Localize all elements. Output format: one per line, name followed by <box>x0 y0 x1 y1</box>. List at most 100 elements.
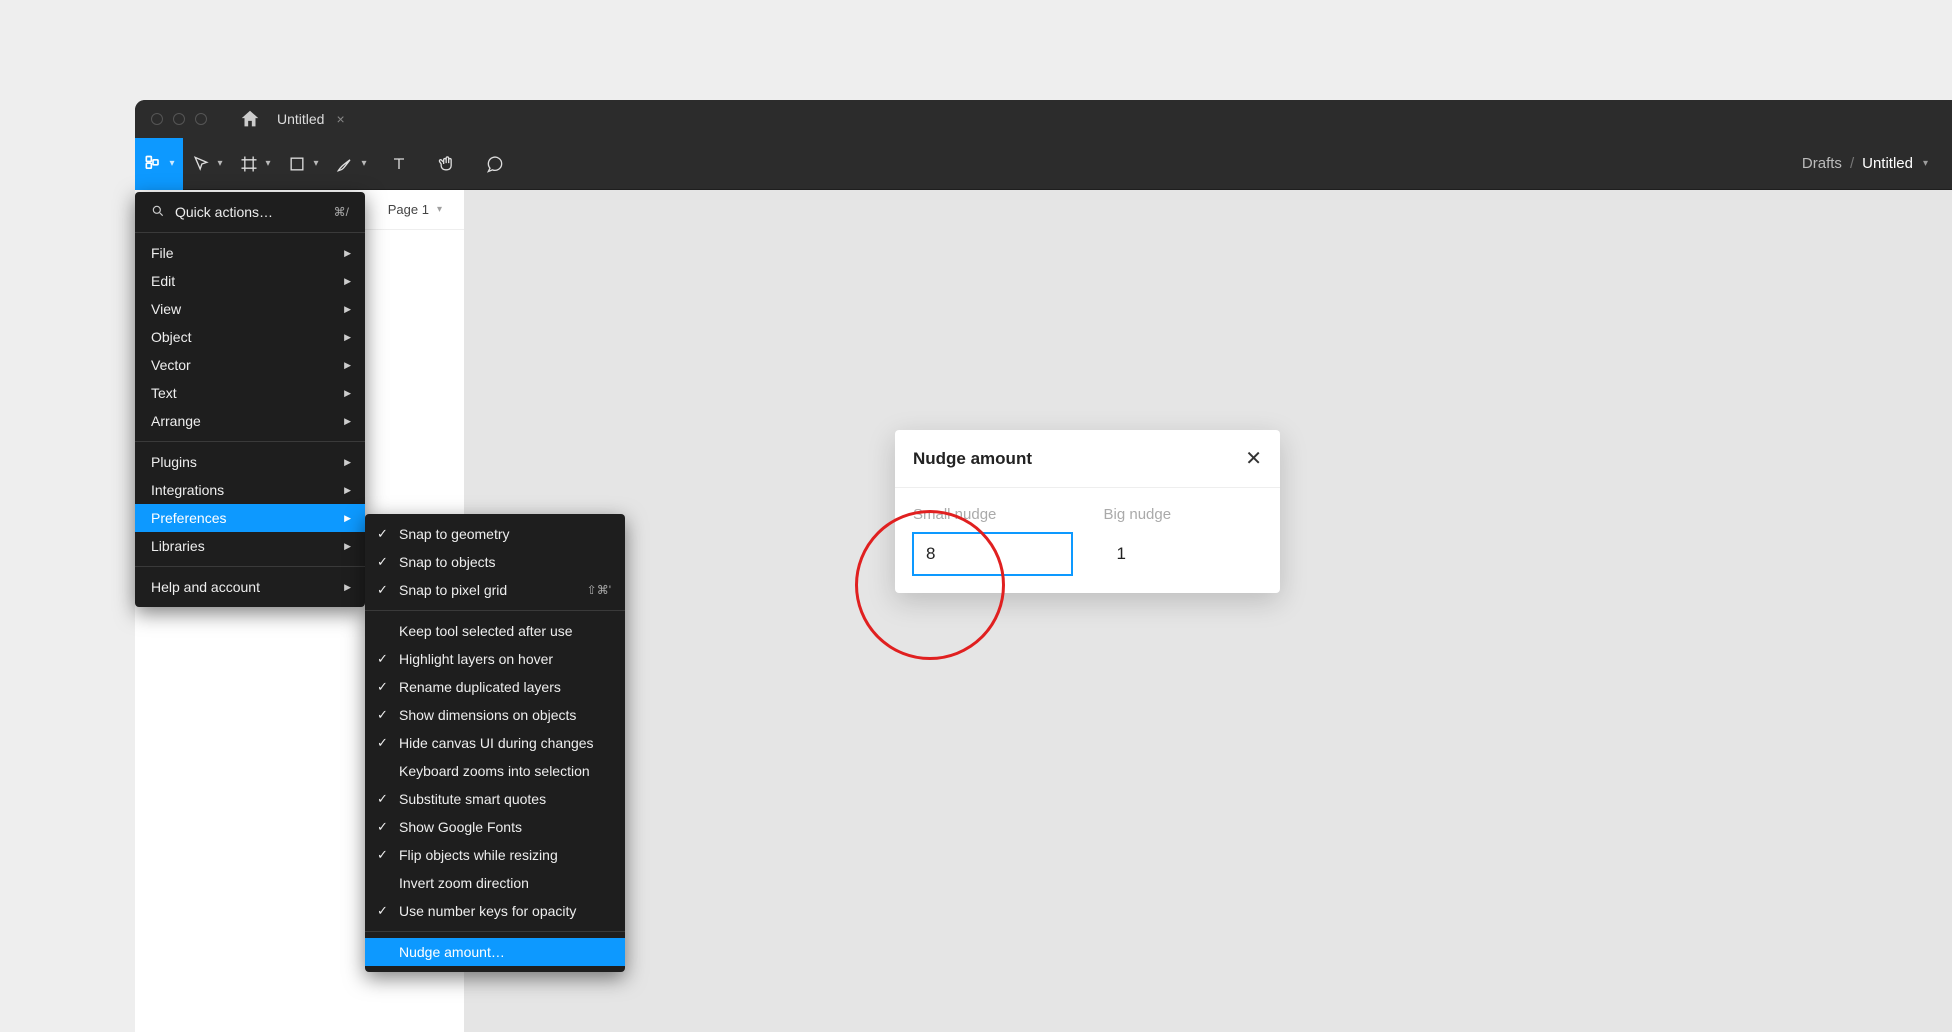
submenu-item-flip-objects-while-resizing[interactable]: Flip objects while resizing <box>365 841 625 869</box>
window-controls <box>135 113 207 125</box>
big-nudge-input[interactable] <box>1104 533 1263 575</box>
title-bar: Untitled × <box>135 100 1952 138</box>
close-icon[interactable]: ✕ <box>1245 446 1262 471</box>
breadcrumb-separator: / <box>1850 155 1854 172</box>
menu-item-view[interactable]: View <box>135 295 365 323</box>
nudge-amount-dialog: Nudge amount ✕ Small nudge Big nudge <box>895 430 1280 593</box>
breadcrumb-location: Drafts <box>1802 155 1842 172</box>
submenu-item-snap-to-pixel-grid[interactable]: Snap to pixel grid ⇧⌘' <box>365 576 625 604</box>
comment-tool-button[interactable] <box>471 138 519 190</box>
menu-item-label: Text <box>151 385 177 401</box>
menu-item-label: Plugins <box>151 454 197 470</box>
page-label: Page 1 <box>388 202 429 217</box>
hand-tool-button[interactable] <box>423 138 471 190</box>
submenu-item-nudge-amount[interactable]: Nudge amount… <box>365 938 625 966</box>
window-close-dot[interactable] <box>151 113 163 125</box>
window-maximize-dot[interactable] <box>195 113 207 125</box>
canvas[interactable] <box>465 190 1952 1032</box>
submenu-item-label: Use number keys for opacity <box>399 903 576 919</box>
menu-item-vector[interactable]: Vector <box>135 351 365 379</box>
submenu-item-label: Hide canvas UI during changes <box>399 735 594 751</box>
small-nudge-field: Small nudge <box>913 506 1072 575</box>
main-menu-dropdown: Quick actions… ⌘/ File Edit View Object Vect… <box>135 192 365 607</box>
submenu-item-keyboard-zooms-into-selection[interactable]: Keyboard zooms into selection <box>365 757 625 785</box>
submenu-item-substitute-smart-quotes[interactable]: Substitute smart quotes <box>365 785 625 813</box>
submenu-item-label: Keep tool selected after use <box>399 623 573 639</box>
file-tab-label: Untitled <box>277 111 324 127</box>
pen-tool-button[interactable]: ▾ <box>327 138 375 190</box>
shape-tool-button[interactable]: ▾ <box>279 138 327 190</box>
menu-separator <box>365 931 625 932</box>
home-icon[interactable] <box>239 108 261 130</box>
submenu-item-label: Keyboard zooms into selection <box>399 763 590 779</box>
breadcrumb[interactable]: Drafts / Untitled ▾ <box>1802 155 1952 172</box>
text-tool-button[interactable] <box>375 138 423 190</box>
submenu-item-label: Show dimensions on objects <box>399 707 576 723</box>
submenu-item-show-dimensions-on-objects[interactable]: Show dimensions on objects <box>365 701 625 729</box>
menu-item-label: Preferences <box>151 510 226 526</box>
chevron-down-icon: ▾ <box>437 204 442 215</box>
small-nudge-input[interactable] <box>913 533 1072 575</box>
submenu-item-label: Substitute smart quotes <box>399 791 546 807</box>
submenu-item-label: Flip objects while resizing <box>399 847 558 863</box>
move-tool-button[interactable]: ▾ <box>183 138 231 190</box>
submenu-item-label: Snap to geometry <box>399 526 510 542</box>
menu-separator <box>365 610 625 611</box>
menu-item-label: Libraries <box>151 538 205 554</box>
submenu-item-label: Invert zoom direction <box>399 875 529 891</box>
menu-item-label: Quick actions… <box>175 204 273 220</box>
submenu-item-label: Rename duplicated layers <box>399 679 561 695</box>
menu-item-quick-actions[interactable]: Quick actions… ⌘/ <box>135 198 365 226</box>
file-tab[interactable]: Untitled × <box>277 111 345 127</box>
submenu-item-label: Snap to objects <box>399 554 496 570</box>
submenu-item-snap-to-geometry[interactable]: Snap to geometry <box>365 520 625 548</box>
big-nudge-field: Big nudge <box>1104 506 1263 575</box>
menu-item-object[interactable]: Object <box>135 323 365 351</box>
submenu-shortcut: ⇧⌘' <box>587 583 611 597</box>
dialog-title: Nudge amount <box>913 449 1032 469</box>
submenu-item-snap-to-objects[interactable]: Snap to objects <box>365 548 625 576</box>
submenu-item-invert-zoom-direction[interactable]: Invert zoom direction <box>365 869 625 897</box>
menu-item-label: Integrations <box>151 482 224 498</box>
dialog-header: Nudge amount ✕ <box>895 430 1280 488</box>
submenu-item-highlight-layers-on-hover[interactable]: Highlight layers on hover <box>365 645 625 673</box>
submenu-item-label: Snap to pixel grid <box>399 582 507 598</box>
submenu-item-label: Nudge amount… <box>399 944 505 960</box>
chevron-down-icon: ▾ <box>265 158 270 169</box>
close-tab-icon[interactable]: × <box>336 111 344 127</box>
main-menu-button[interactable]: ▾ <box>135 138 183 190</box>
toolbar: ▾ ▾ ▾ ▾ ▾ Drafts / Untitled <box>135 138 1952 190</box>
submenu-item-hide-canvas-ui-during-changes[interactable]: Hide canvas UI during changes <box>365 729 625 757</box>
chevron-down-icon: ▾ <box>313 158 318 169</box>
menu-item-libraries[interactable]: Libraries <box>135 532 365 560</box>
menu-item-arrange[interactable]: Arrange <box>135 407 365 435</box>
menu-item-file[interactable]: File <box>135 239 365 267</box>
menu-item-text[interactable]: Text <box>135 379 365 407</box>
big-nudge-label: Big nudge <box>1104 506 1263 523</box>
menu-item-label: Vector <box>151 357 191 373</box>
menu-item-plugins[interactable]: Plugins <box>135 448 365 476</box>
menu-separator <box>135 566 365 567</box>
menu-item-preferences[interactable]: Preferences <box>135 504 365 532</box>
menu-item-label: View <box>151 301 181 317</box>
menu-item-integrations[interactable]: Integrations <box>135 476 365 504</box>
submenu-item-keep-tool-selected-after-use[interactable]: Keep tool selected after use <box>365 617 625 645</box>
search-icon <box>151 204 165 221</box>
submenu-item-label: Show Google Fonts <box>399 819 522 835</box>
chevron-down-icon: ▾ <box>361 158 366 169</box>
submenu-item-use-number-keys-for-opacity[interactable]: Use number keys for opacity <box>365 897 625 925</box>
submenu-item-rename-duplicated-layers[interactable]: Rename duplicated layers <box>365 673 625 701</box>
small-nudge-label: Small nudge <box>913 506 1072 523</box>
submenu-item-show-google-fonts[interactable]: Show Google Fonts <box>365 813 625 841</box>
chevron-down-icon[interactable]: ▾ <box>1923 158 1928 169</box>
frame-tool-button[interactable]: ▾ <box>231 138 279 190</box>
window-minimize-dot[interactable] <box>173 113 185 125</box>
menu-item-label: Arrange <box>151 413 201 429</box>
menu-item-label: Edit <box>151 273 175 289</box>
menu-separator <box>135 232 365 233</box>
menu-item-label: Object <box>151 329 191 345</box>
menu-item-help-and-account[interactable]: Help and account <box>135 573 365 601</box>
chevron-down-icon: ▾ <box>169 158 174 169</box>
menu-item-edit[interactable]: Edit <box>135 267 365 295</box>
submenu-item-label: Highlight layers on hover <box>399 651 553 667</box>
